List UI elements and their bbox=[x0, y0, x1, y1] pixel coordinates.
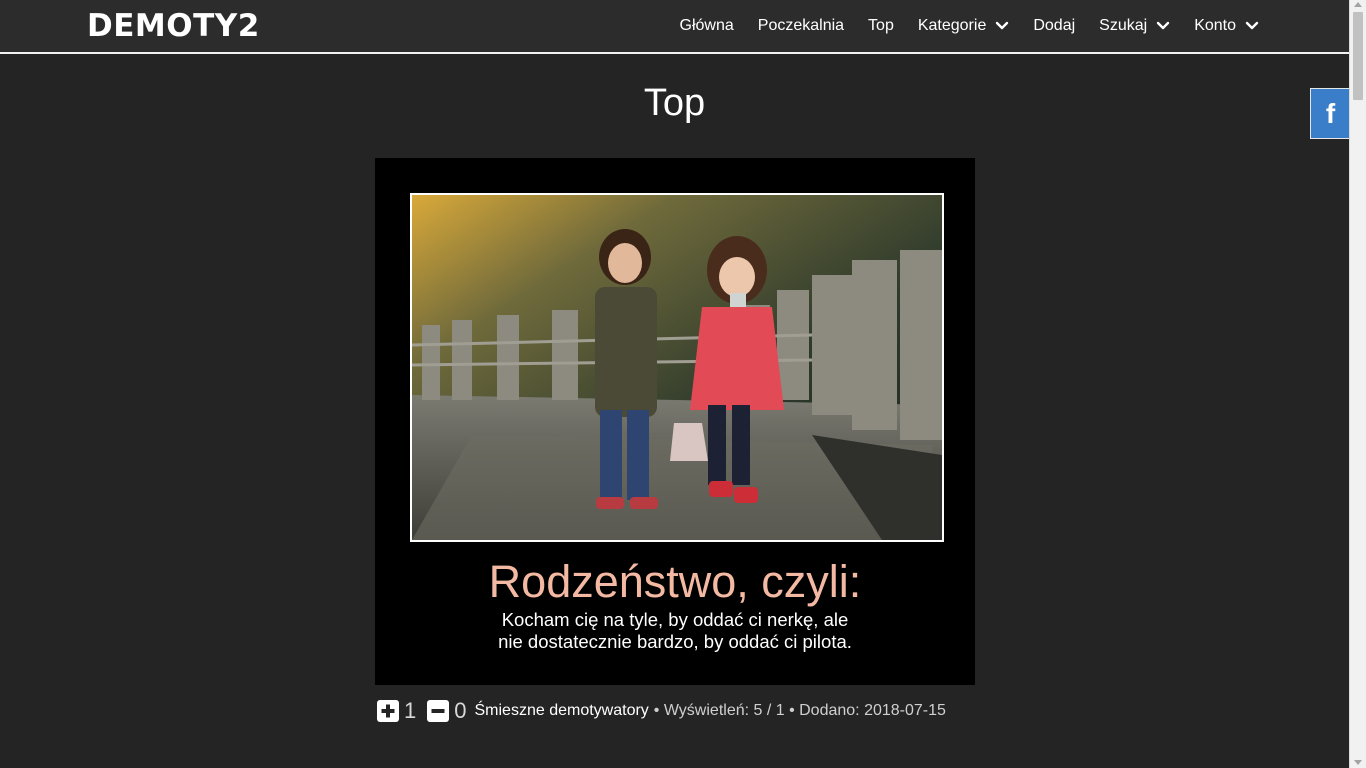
minus-icon bbox=[431, 709, 445, 713]
nav-item-kategorie[interactable]: Kategorie bbox=[918, 17, 1010, 35]
demotivator-card[interactable]: Rodzeństwo, czyli: Kocham cię na tyle, b… bbox=[375, 158, 975, 685]
upvote-button[interactable] bbox=[377, 700, 399, 722]
chevron-down-icon bbox=[996, 21, 1009, 30]
nav-label: Konto bbox=[1194, 17, 1236, 34]
downvote-button[interactable] bbox=[427, 700, 450, 722]
nav-label: Top bbox=[868, 17, 894, 34]
nav-item-konto[interactable]: Konto bbox=[1194, 17, 1259, 35]
nav-item-poczekalnia[interactable]: Poczekalnia bbox=[758, 17, 844, 35]
nav-label: Szukaj bbox=[1099, 17, 1148, 34]
nav-item-glowna[interactable]: Główna bbox=[680, 17, 734, 35]
top-navbar: DEMOTY2 Główna Poczekalnia Top Kategorie… bbox=[0, 0, 1349, 54]
downvote-count: 0 bbox=[454, 698, 467, 723]
nav-item-szukaj[interactable]: Szukaj bbox=[1099, 17, 1170, 35]
nav-label: Kategorie bbox=[917, 17, 987, 34]
children-photo bbox=[412, 195, 942, 540]
nav-label: Główna bbox=[679, 17, 734, 34]
main-nav: Główna Poczekalnia Top Kategorie Dodaj S… bbox=[656, 0, 1259, 52]
demotivator-title: Rodzeństwo, czyli: bbox=[488, 556, 862, 607]
post-meta: 1 0 Śmieszne demotywatory • Wyświetleń: … bbox=[377, 697, 946, 725]
nav-item-dodaj[interactable]: Dodaj bbox=[1033, 17, 1075, 35]
nav-label: Dodaj bbox=[1033, 17, 1076, 34]
page-title: Top bbox=[643, 82, 706, 124]
chevron-down-icon bbox=[1245, 21, 1259, 30]
page-scrollbar[interactable] bbox=[1349, 0, 1366, 768]
demotivator-image[interactable] bbox=[410, 193, 944, 542]
plus-icon bbox=[381, 704, 395, 718]
demotivator-text: Kocham cię na tyle, by oddać ci nerkę, a… bbox=[498, 609, 852, 652]
site-logo[interactable]: DEMOTY2 bbox=[87, 7, 260, 45]
chevron-down-icon bbox=[1156, 21, 1170, 30]
scroll-down-arrow-icon[interactable] bbox=[1354, 760, 1362, 765]
scroll-thumb[interactable] bbox=[1353, 12, 1363, 100]
scroll-up-arrow-icon[interactable] bbox=[1354, 2, 1362, 7]
category-link[interactable]: Śmieszne demotywatory bbox=[475, 702, 649, 720]
nav-label: Poczekalnia bbox=[757, 17, 845, 34]
post-info: • Wyświetleń: 5 / 1 • Dodano: 2018-07-15 bbox=[653, 702, 946, 719]
nav-item-top[interactable]: Top bbox=[868, 17, 894, 35]
upvote-count: 1 bbox=[404, 698, 417, 723]
